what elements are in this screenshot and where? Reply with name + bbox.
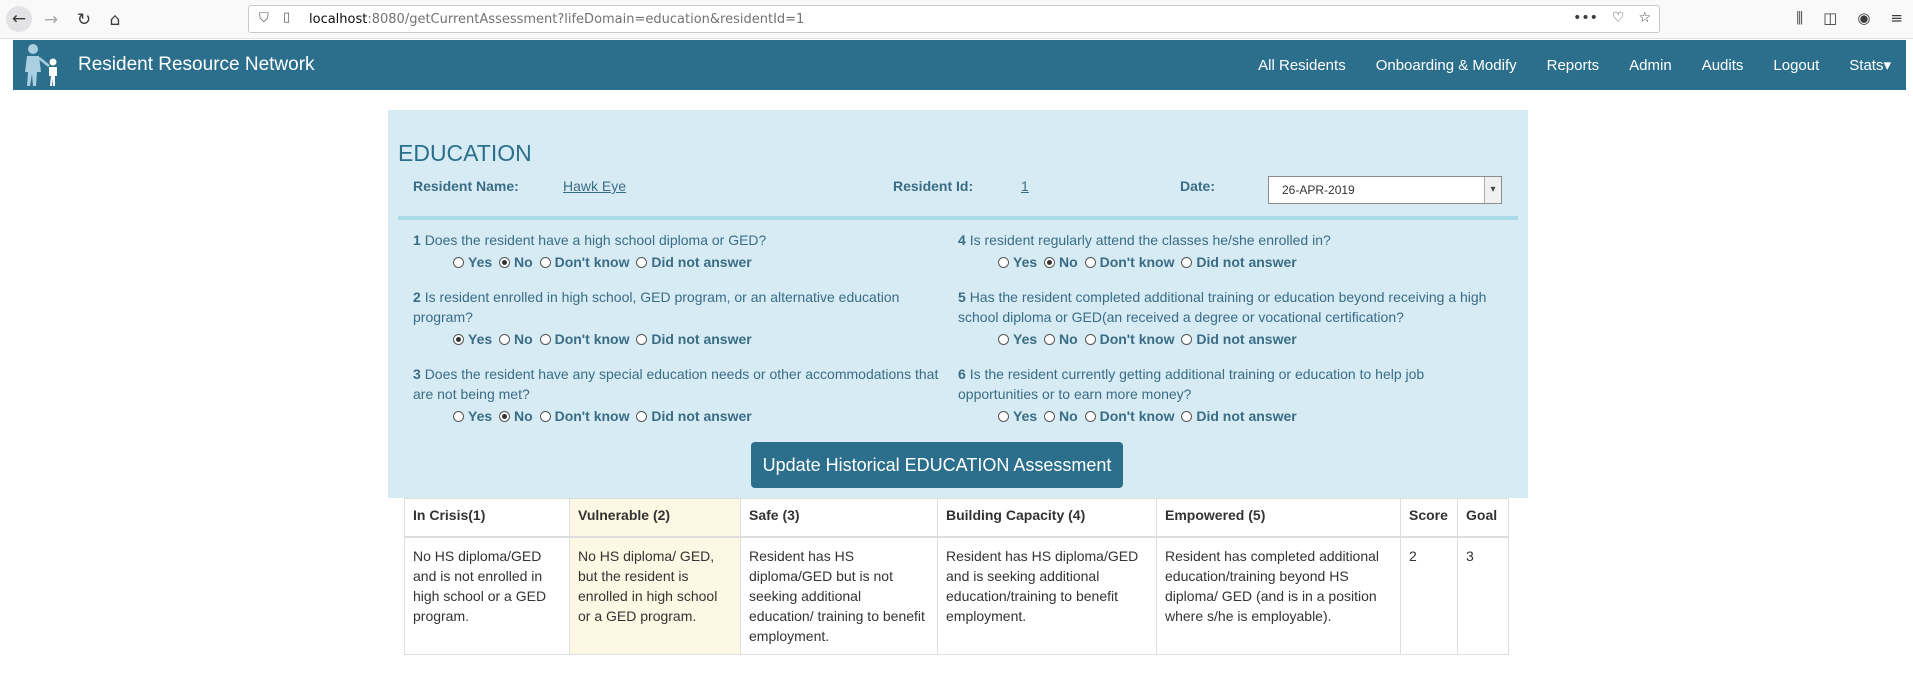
page-info-icon[interactable]: ▯: [283, 10, 290, 25]
q5-option-dont-know[interactable]: Don't know: [1084, 331, 1174, 347]
chevron-down-icon[interactable]: ▾: [1484, 177, 1501, 203]
q1-option-no[interactable]: No: [499, 254, 533, 270]
q6-option-yes[interactable]: Yes: [998, 408, 1037, 424]
browser-toolbar: ← → ↻ ⌂ ⛉ ▯ localhost:8080/getCurrentAss…: [0, 0, 1913, 39]
question-4: 4 Is resident regularly attend the class…: [958, 232, 1331, 248]
shield-icon[interactable]: ⛉: [259, 11, 269, 26]
menu-icon[interactable]: ≡: [1890, 9, 1903, 27]
resident-name-link[interactable]: Hawk Eye: [563, 178, 626, 194]
back-arrow-icon[interactable]: ←: [6, 6, 32, 32]
q3-option-dont-know[interactable]: Don't know: [539, 408, 629, 424]
header-score: Score: [1400, 498, 1458, 538]
q2-option-dont-know[interactable]: Don't know: [539, 331, 629, 347]
table-header-row: In Crisis(1) Vulnerable (2) Safe (3) Bui…: [404, 498, 1509, 538]
q3-option-yes[interactable]: Yes: [453, 408, 492, 424]
question-6: 6 Is the resident currently getting addi…: [958, 366, 1425, 402]
cell-goal: 3: [1457, 536, 1509, 655]
nav-onboarding-modify[interactable]: Onboarding & Modify: [1361, 57, 1532, 74]
q4-option-no[interactable]: No: [1044, 254, 1078, 270]
header-vulnerable: Vulnerable (2): [569, 498, 741, 538]
nav-stats-dropdown[interactable]: Stats▾: [1834, 56, 1906, 74]
bookmark-star-icon[interactable]: ☆: [1638, 10, 1651, 26]
question-2: 2 Is resident enrolled in high school, G…: [413, 289, 900, 325]
account-icon[interactable]: ◉: [1857, 9, 1870, 27]
resident-id-link[interactable]: 1: [1021, 178, 1029, 194]
q2-option-no[interactable]: No: [499, 331, 533, 347]
sidebar-icon[interactable]: ◫: [1823, 9, 1837, 27]
q4-option-dont-know[interactable]: Don't know: [1084, 254, 1174, 270]
cell-in-crisis: No HS diploma/GED and is not enrolled in…: [404, 536, 570, 655]
header-empowered: Empowered (5): [1156, 498, 1401, 538]
header-safe: Safe (3): [740, 498, 938, 538]
rubric-table: In Crisis(1) Vulnerable (2) Safe (3) Bui…: [404, 498, 1509, 655]
q3-option-no[interactable]: No: [499, 408, 533, 424]
cell-score: 2: [1400, 536, 1458, 655]
q4-option-yes[interactable]: Yes: [998, 254, 1037, 270]
q1-option-dont-know[interactable]: Don't know: [539, 254, 629, 270]
nav-admin[interactable]: Admin: [1614, 57, 1687, 74]
answers-q5: Yes No Don't know Did not answer: [998, 331, 1300, 348]
update-assessment-button[interactable]: Update Historical EDUCATION Assessment: [751, 442, 1123, 488]
library-icon[interactable]: ⫼: [1796, 9, 1803, 27]
nav-logout[interactable]: Logout: [1758, 57, 1834, 74]
q5-option-did-not-answer[interactable]: Did not answer: [1181, 331, 1297, 347]
address-bar[interactable]: ⛉ ▯ localhost:8080/getCurrentAssessment?…: [248, 5, 1660, 33]
q5-option-yes[interactable]: Yes: [998, 331, 1037, 347]
q2-option-did-not-answer[interactable]: Did not answer: [636, 331, 752, 347]
q6-option-no[interactable]: No: [1044, 408, 1078, 424]
nav-links: All Residents Onboarding & Modify Report…: [1243, 40, 1906, 90]
q1-option-yes[interactable]: Yes: [453, 254, 492, 270]
cell-empowered: Resident has completed additional educat…: [1156, 536, 1401, 655]
app-navbar: Resident Resource Network All Residents …: [13, 40, 1906, 90]
header-in-crisis: In Crisis(1): [404, 498, 570, 538]
q2-option-yes[interactable]: Yes: [453, 331, 492, 347]
divider: [398, 216, 1518, 220]
answers-q2: Yes No Don't know Did not answer: [453, 331, 755, 348]
pocket-icon[interactable]: ♡: [1612, 10, 1625, 26]
q6-option-dont-know[interactable]: Don't know: [1084, 408, 1174, 424]
header-goal: Goal: [1457, 498, 1509, 538]
page-title: EDUCATION: [398, 140, 532, 166]
cell-building-capacity: Resident has HS diploma/GED and is seeki…: [937, 536, 1157, 655]
nav-reports[interactable]: Reports: [1532, 57, 1615, 74]
answers-q4: Yes No Don't know Did not answer: [998, 254, 1300, 271]
nav-all-residents[interactable]: All Residents: [1243, 57, 1361, 74]
reload-icon[interactable]: ↻: [73, 9, 95, 31]
forward-arrow-icon[interactable]: →: [40, 9, 62, 31]
page-actions-icon[interactable]: •••: [1573, 10, 1598, 26]
app-brand[interactable]: Resident Resource Network: [78, 54, 315, 76]
cell-vulnerable: No HS diploma/ GED, but the resident is …: [569, 536, 741, 655]
question-1: 1 Does the resident have a high school d…: [413, 232, 767, 248]
q1-option-did-not-answer[interactable]: Did not answer: [636, 254, 752, 270]
answers-q6: Yes No Don't know Did not answer: [998, 408, 1300, 425]
table-row: No HS diploma/GED and is not enrolled in…: [404, 536, 1509, 655]
resident-name-label: Resident Name:: [413, 178, 519, 194]
resident-id-label: Resident Id:: [893, 178, 974, 194]
family-logo-icon[interactable]: [19, 42, 75, 88]
q4-option-did-not-answer[interactable]: Did not answer: [1181, 254, 1297, 270]
assessment-panel: EDUCATION Resident Name: Hawk Eye Reside…: [388, 110, 1528, 498]
answers-q1: Yes No Don't know Did not answer: [453, 254, 755, 271]
question-3: 3 Does the resident have any special edu…: [413, 366, 939, 402]
q6-option-did-not-answer[interactable]: Did not answer: [1181, 408, 1297, 424]
home-icon[interactable]: ⌂: [104, 9, 126, 31]
date-label: Date:: [1180, 178, 1216, 194]
header-building-capacity: Building Capacity (4): [937, 498, 1157, 538]
answers-q3: Yes No Don't know Did not answer: [453, 408, 755, 425]
cell-safe: Resident has HS diploma/GED but is not s…: [740, 536, 938, 655]
date-select[interactable]: 26-APR-2019 ▾: [1268, 176, 1502, 204]
url-text[interactable]: localhost:8080/getCurrentAssessment?life…: [309, 12, 804, 27]
nav-audits[interactable]: Audits: [1687, 57, 1759, 74]
question-5: 5 Has the resident completed additional …: [958, 289, 1487, 325]
q3-option-did-not-answer[interactable]: Did not answer: [636, 408, 752, 424]
q5-option-no[interactable]: No: [1044, 331, 1078, 347]
